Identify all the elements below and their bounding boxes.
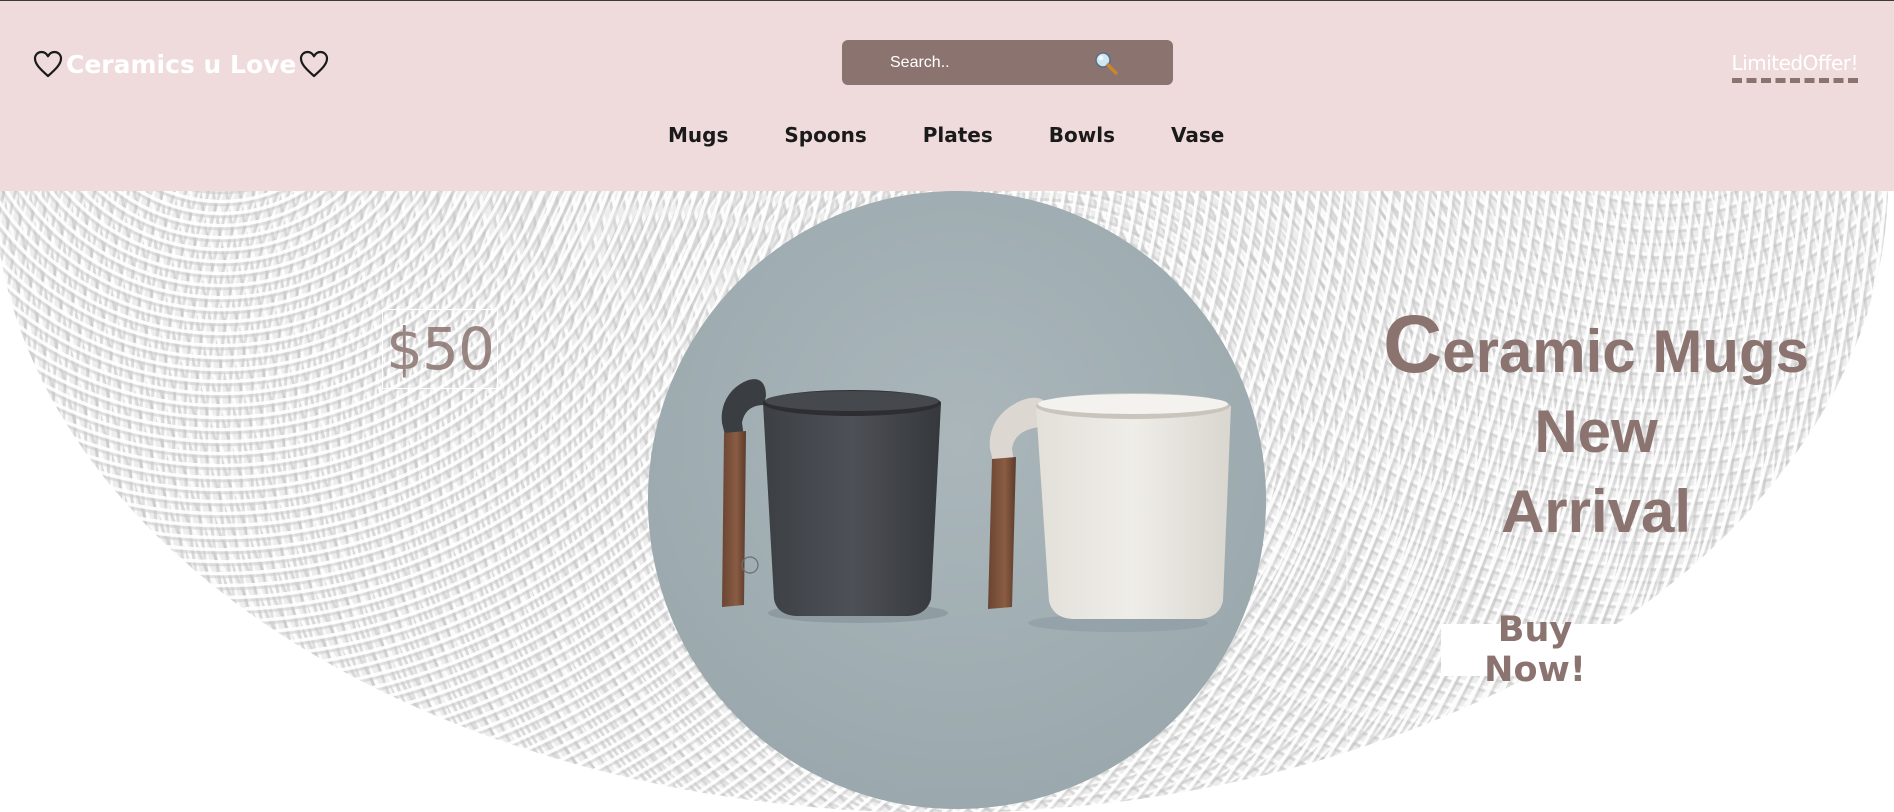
nav-item-plates[interactable]: Plates (895, 123, 1021, 153)
headline-line-3: Arrival (1500, 478, 1692, 545)
texture-seam (1346, 191, 1348, 812)
nav-item-bowls[interactable]: Bowls (1021, 123, 1143, 153)
product-image (648, 191, 1266, 809)
search-bar (842, 40, 1173, 85)
price-tag: $50 (382, 309, 498, 389)
nav-item-spoons[interactable]: Spoons (756, 123, 894, 153)
search-button[interactable] (1091, 48, 1121, 78)
search-input[interactable] (888, 49, 1072, 77)
nav-item-mugs[interactable]: Mugs (640, 123, 756, 153)
brand-name: Ceramics u Love (66, 49, 297, 79)
headline-line-2: New (1534, 398, 1658, 465)
headline-first-letter: C (1382, 299, 1443, 390)
search-icon (1095, 52, 1118, 75)
mugs-illustration (648, 191, 1266, 809)
hero-banner: $50 Ceramic Mugs New Arrival Buy Now! (0, 191, 1894, 812)
headline-line-1-rest: eramic Mugs (1442, 318, 1809, 385)
site-header: Ceramics u Love LimitedOffer! Mugs Spoon… (0, 1, 1894, 191)
brand-logo[interactable]: Ceramics u Love (32, 47, 330, 81)
heart-icon (33, 50, 63, 78)
hero-headline: Ceramic Mugs New Arrival (1368, 304, 1824, 552)
main-nav: Mugs Spoons Plates Bowls Vase (640, 123, 1252, 153)
buy-now-button[interactable]: Buy Now! (1441, 610, 1629, 690)
price-value: $50 (386, 315, 495, 383)
nav-item-vase[interactable]: Vase (1143, 123, 1252, 153)
limited-offer-link[interactable]: LimitedOffer! (1731, 51, 1859, 83)
headline-line-1: Ceramic Mugs (1368, 304, 1824, 392)
heart-icon (300, 50, 329, 78)
